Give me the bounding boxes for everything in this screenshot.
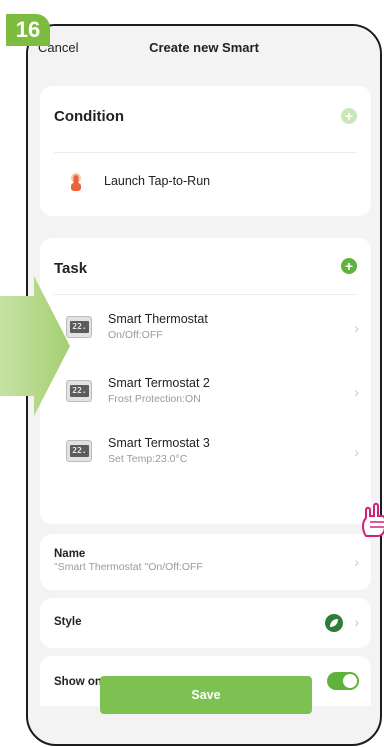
thermostat-display: 22. — [70, 321, 89, 333]
style-leaf-icon — [325, 614, 343, 632]
page-title: Create new Smart — [149, 40, 259, 55]
task-item-detail: Frost Protection:ON — [108, 393, 201, 405]
task-item-name: Smart Thermostat — [108, 312, 208, 326]
name-setting-text: Name "Smart Thermostat "On/Off:OFF — [54, 548, 203, 573]
name-setting[interactable]: Name "Smart Thermostat "On/Off:OFF › — [40, 534, 371, 590]
divider — [54, 294, 357, 295]
condition-item[interactable]: Launch Tap-to-Run — [104, 174, 210, 188]
chevron-right-icon: › — [354, 320, 359, 336]
chevron-right-icon: › — [354, 384, 359, 400]
name-value: "Smart Thermostat "On/Off:OFF — [54, 561, 203, 573]
condition-heading: Condition — [54, 108, 124, 125]
style-label: Style — [54, 616, 82, 628]
home-page-toggle[interactable] — [327, 672, 359, 690]
thermostat-display: 22. — [70, 385, 89, 397]
task-item-1[interactable]: Smart Thermostat On/Off:OFF — [108, 312, 208, 341]
task-item-name: Smart Termostat 3 — [108, 436, 210, 450]
task-item-3[interactable]: Smart Termostat 3 Set Temp:23.0°C — [108, 436, 210, 465]
add-condition-button[interactable]: + — [341, 108, 357, 124]
add-task-button[interactable]: + — [341, 258, 357, 274]
save-button[interactable]: Save — [100, 676, 312, 714]
task-item-2[interactable]: Smart Termostat 2 Frost Protection:ON — [108, 376, 210, 405]
name-label: Name — [54, 548, 86, 560]
toggle-knob — [343, 674, 357, 688]
pointer-arrow-icon — [0, 276, 70, 416]
chevron-right-icon: › — [354, 614, 359, 630]
phone-screen: Cancel Create new Smart Condition + Laun… — [26, 24, 382, 746]
task-card: Task + 22. Smart Thermostat On/Off:OFF ›… — [40, 238, 371, 524]
tap-hand-icon — [68, 172, 84, 197]
condition-card: Condition + Launch Tap-to-Run — [40, 86, 371, 216]
task-item-name: Smart Termostat 2 — [108, 376, 210, 390]
style-setting[interactable]: Style › — [40, 598, 371, 648]
thermostat-display: 22. — [70, 445, 89, 457]
task-item-detail: Set Temp:23.0°C — [108, 453, 188, 465]
divider — [54, 152, 357, 153]
thermostat-icon: 22. — [66, 440, 92, 462]
top-bar: Cancel Create new Smart — [28, 26, 380, 74]
tap-hand-pointer-icon — [362, 502, 384, 537]
condition-item-label: Launch Tap-to-Run — [104, 174, 211, 188]
chevron-right-icon: › — [354, 554, 359, 570]
tutorial-frame: 16 Cancel Create new Smart Condition + L… — [0, 0, 384, 747]
chevron-right-icon: › — [354, 444, 359, 460]
task-item-detail: On/Off:OFF — [108, 329, 163, 341]
task-heading: Task — [54, 260, 88, 277]
step-number-badge: 16 — [6, 14, 50, 46]
